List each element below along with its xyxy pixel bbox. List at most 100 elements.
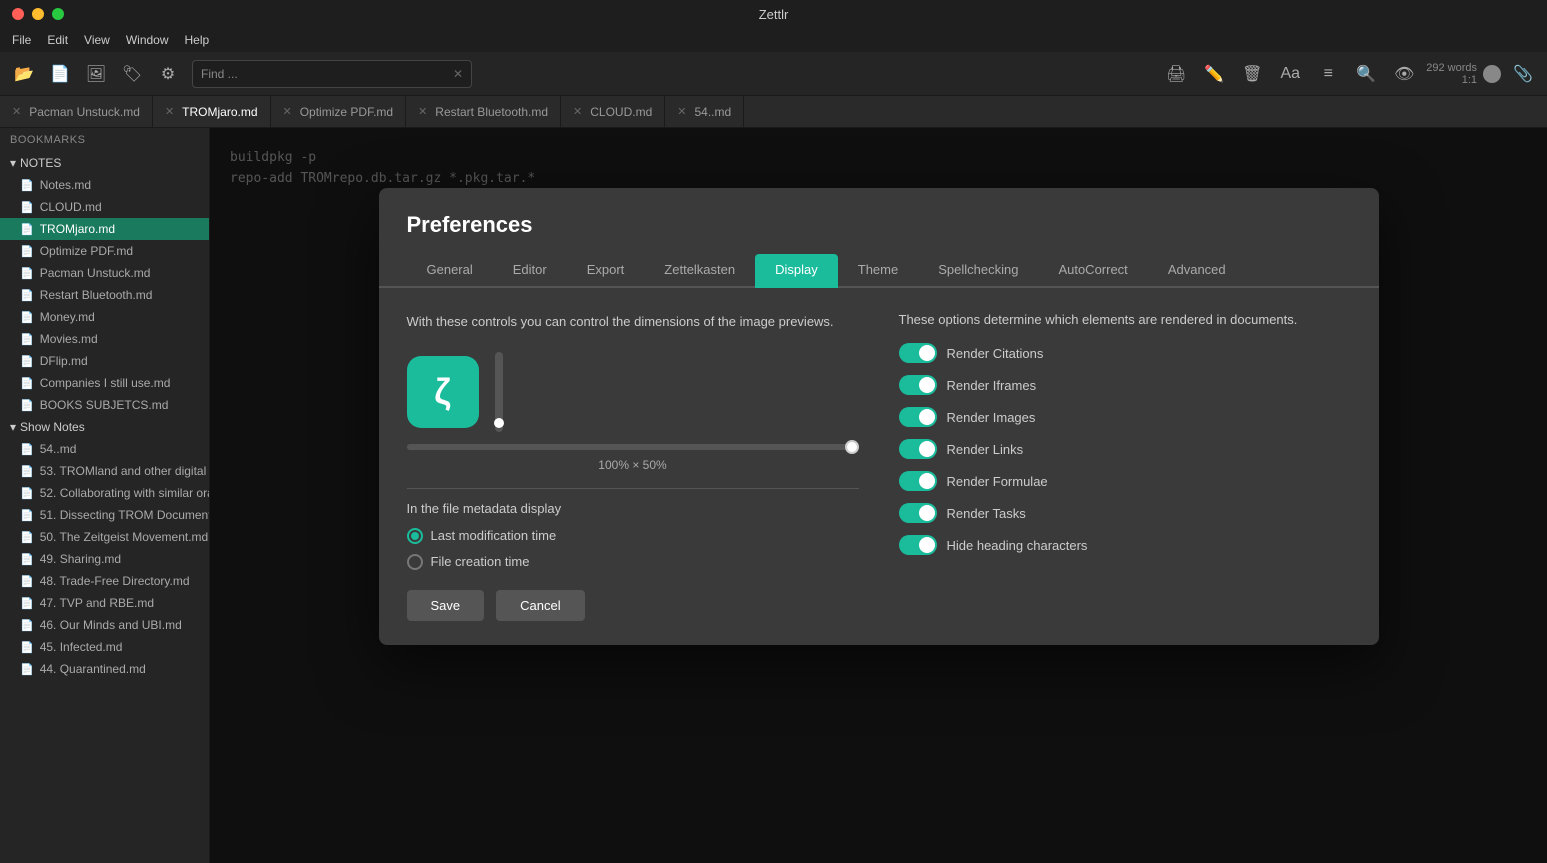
vertical-slider-thumb bbox=[494, 418, 504, 428]
file-icon: 📄 bbox=[20, 179, 34, 192]
tab-export[interactable]: Export bbox=[567, 254, 645, 288]
menu-window[interactable]: Window bbox=[126, 33, 169, 47]
sidebar-item-44[interactable]: 📄 44. Quarantined.md bbox=[0, 658, 209, 680]
toggle-heading-switch[interactable] bbox=[899, 535, 937, 555]
menubar: File Edit View Window Help bbox=[0, 28, 1547, 52]
tab-spellchecking[interactable]: Spellchecking bbox=[918, 254, 1038, 288]
toggle-links-switch[interactable] bbox=[899, 439, 937, 459]
sidebar-item-pacman[interactable]: 📄 Pacman Unstuck.md bbox=[0, 262, 209, 284]
print-icon[interactable]: 🖨 bbox=[1160, 58, 1192, 90]
tab-54[interactable]: ✕ 54..md bbox=[665, 96, 744, 128]
file-icon: 📄 bbox=[20, 377, 34, 390]
sidebar-item-companies[interactable]: 📄 Companies I still use.md bbox=[0, 372, 209, 394]
radio-file-creation[interactable]: File creation time bbox=[407, 554, 859, 570]
tab-autocorrect[interactable]: AutoCorrect bbox=[1038, 254, 1147, 288]
show-notes-section-header[interactable]: ▾ Show Notes bbox=[0, 416, 209, 438]
tab-close-pacman[interactable]: ✕ bbox=[12, 105, 21, 118]
tab-pacman[interactable]: ✕ Pacman Unstuck.md bbox=[0, 96, 153, 128]
tab-cloud[interactable]: ✕ CLOUD.md bbox=[561, 96, 665, 128]
modal-footer: Save Cancel bbox=[379, 570, 1379, 621]
menu-help[interactable]: Help bbox=[185, 33, 210, 47]
edit-icon[interactable]: ✏️ bbox=[1198, 58, 1230, 90]
file-icon: 📄 bbox=[20, 355, 34, 368]
menu-edit[interactable]: Edit bbox=[47, 33, 68, 47]
sidebar-item-46[interactable]: 📄 46. Our Minds and UBI.md bbox=[0, 614, 209, 636]
tab-tromjaro[interactable]: ✕ TROMjaro.md bbox=[153, 96, 271, 128]
sidebar-item-45[interactable]: 📄 45. Infected.md bbox=[0, 636, 209, 658]
tab-restart[interactable]: ✕ Restart Bluetooth.md bbox=[406, 96, 561, 128]
sidebar-item-tromjaro[interactable]: 📄 TROMjaro.md bbox=[0, 218, 209, 240]
tab-close-cloud[interactable]: ✕ bbox=[573, 105, 582, 118]
attach-icon[interactable]: 📎 bbox=[1507, 58, 1539, 90]
maximize-button[interactable] bbox=[52, 8, 64, 20]
align-icon[interactable]: ≡ bbox=[1312, 58, 1344, 90]
sidebar-item-48[interactable]: 📄 48. Trade-Free Directory.md bbox=[0, 570, 209, 592]
tab-general[interactable]: General bbox=[407, 254, 493, 288]
sidebar-item-notes[interactable]: 📄 Notes.md bbox=[0, 174, 209, 196]
sidebar-item-money[interactable]: 📄 Money.md bbox=[0, 306, 209, 328]
toolbar: 📂 📄 🖼 🏷 ⚙ Find ... ✕ 🖨 ✏️ 🗑 Aa ≡ 🔍 👁 292… bbox=[0, 52, 1547, 96]
readmode-icon[interactable]: 👁 bbox=[1388, 58, 1420, 90]
tab-editor[interactable]: Editor bbox=[493, 254, 567, 288]
toggle-citations-switch[interactable] bbox=[899, 343, 937, 363]
search-doc-icon[interactable]: 🔍 bbox=[1350, 58, 1382, 90]
app-title: Zettlr bbox=[759, 7, 789, 22]
file-icon: 📄 bbox=[20, 201, 34, 214]
toggle-tasks-switch[interactable] bbox=[899, 503, 937, 523]
toggle-formulae-switch[interactable] bbox=[899, 471, 937, 491]
tab-display[interactable]: Display bbox=[755, 254, 838, 288]
horizontal-slider[interactable] bbox=[407, 444, 859, 450]
sidebar-item-50[interactable]: 📄 50. The Zeitgeist Movement.md bbox=[0, 526, 209, 548]
modal-overlay: Preferences General Editor Export Zettel… bbox=[210, 128, 1547, 863]
tab-optimize[interactable]: ✕ Optimize PDF.md bbox=[271, 96, 407, 128]
delete-icon[interactable]: 🗑 bbox=[1236, 58, 1268, 90]
sidebar-item-47[interactable]: 📄 47. TVP and RBE.md bbox=[0, 592, 209, 614]
close-button[interactable] bbox=[12, 8, 24, 20]
tab-close-54[interactable]: ✕ bbox=[677, 105, 686, 118]
vertical-slider[interactable] bbox=[495, 352, 503, 432]
cancel-button[interactable]: Cancel bbox=[496, 590, 584, 621]
toggle-images-switch[interactable] bbox=[899, 407, 937, 427]
sidebar-item-movies[interactable]: 📄 Movies.md bbox=[0, 328, 209, 350]
image-icon[interactable]: 🖼 bbox=[80, 58, 112, 90]
tab-close-optimize[interactable]: ✕ bbox=[283, 105, 292, 118]
settings-icon[interactable]: ⚙ bbox=[152, 58, 184, 90]
file-icon: 📄 bbox=[20, 289, 34, 302]
toggle-render-tasks: Render Tasks bbox=[899, 503, 1351, 523]
sidebar-item-49[interactable]: 📄 49. Sharing.md bbox=[0, 548, 209, 570]
separator bbox=[407, 488, 859, 489]
tab-close-tromjaro[interactable]: ✕ bbox=[165, 105, 174, 118]
minimize-button[interactable] bbox=[32, 8, 44, 20]
menu-file[interactable]: File bbox=[12, 33, 31, 47]
sidebar-item-54[interactable]: 📄 54..md bbox=[0, 438, 209, 460]
modal-title: Preferences bbox=[379, 188, 1379, 254]
toggle-hide-heading: Hide heading characters bbox=[899, 535, 1351, 555]
sidebar-item-dflip[interactable]: 📄 DFlip.md bbox=[0, 350, 209, 372]
toggle-iframes-switch[interactable] bbox=[899, 375, 937, 395]
file-icon: 📄 bbox=[20, 245, 34, 258]
tab-close-restart[interactable]: ✕ bbox=[418, 105, 427, 118]
tab-theme[interactable]: Theme bbox=[838, 254, 918, 288]
open-folder-icon[interactable]: 📂 bbox=[8, 58, 40, 90]
sidebar-item-books[interactable]: 📄 BOOKS SUBJETCS.md bbox=[0, 394, 209, 416]
sidebar-item-51[interactable]: 📄 51. Dissecting TROM Document... bbox=[0, 504, 209, 526]
new-file-icon[interactable]: 📄 bbox=[44, 58, 76, 90]
sidebar-item-53[interactable]: 📄 53. TROMland and other digital l... bbox=[0, 460, 209, 482]
sidebar-item-cloud[interactable]: 📄 CLOUD.md bbox=[0, 196, 209, 218]
toggle-render-formulae: Render Formulae bbox=[899, 471, 1351, 491]
sidebar-item-restart[interactable]: 📄 Restart Bluetooth.md bbox=[0, 284, 209, 306]
file-icon: 📄 bbox=[20, 575, 34, 588]
word-count: 292 words 1:1 bbox=[1426, 62, 1477, 86]
tab-advanced[interactable]: Advanced bbox=[1148, 254, 1246, 288]
font-icon[interactable]: Aa bbox=[1274, 58, 1306, 90]
sidebar-item-52[interactable]: 📄 52. Collaborating with similar ora... bbox=[0, 482, 209, 504]
menu-view[interactable]: View bbox=[84, 33, 110, 47]
radio-last-modification[interactable]: Last modification time bbox=[407, 528, 859, 544]
sidebar-item-optimize[interactable]: 📄 Optimize PDF.md bbox=[0, 240, 209, 262]
search-clear-icon[interactable]: ✕ bbox=[453, 67, 463, 81]
tab-zettelkasten[interactable]: Zettelkasten bbox=[644, 254, 755, 288]
tag-icon[interactable]: 🏷 bbox=[116, 58, 148, 90]
notes-section-header[interactable]: ▾ NOTES bbox=[0, 152, 209, 174]
save-button[interactable]: Save bbox=[407, 590, 485, 621]
search-bar[interactable]: Find ... ✕ bbox=[192, 60, 472, 88]
